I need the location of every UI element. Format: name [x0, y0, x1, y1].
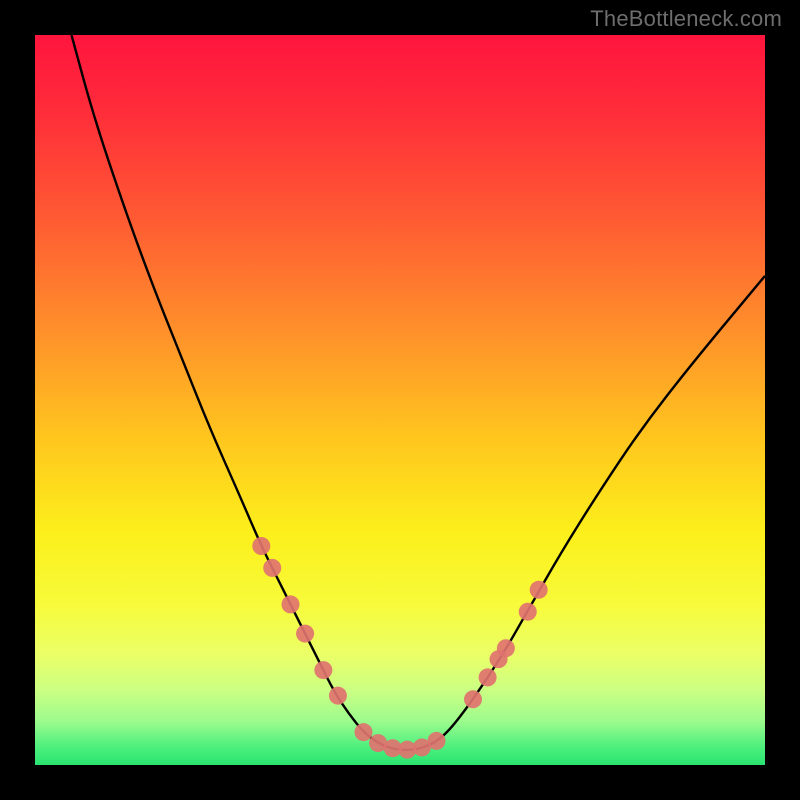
- marker-bottom: [428, 732, 446, 750]
- marker-left: [296, 625, 314, 643]
- marker-bottom: [355, 723, 373, 741]
- marker-left: [329, 687, 347, 705]
- marker-left: [252, 537, 270, 555]
- marker-left: [314, 661, 332, 679]
- marker-right: [479, 668, 497, 686]
- chart-svg: [35, 35, 765, 765]
- marker-left: [282, 595, 300, 613]
- marker-right: [497, 639, 515, 657]
- chart-frame: TheBottleneck.com: [0, 0, 800, 800]
- marker-right: [464, 690, 482, 708]
- marker-left: [263, 559, 281, 577]
- marker-right: [519, 603, 537, 621]
- watermark-text: TheBottleneck.com: [590, 6, 782, 32]
- plot-area: [35, 35, 765, 765]
- marker-right: [530, 581, 548, 599]
- gradient-background: [35, 35, 765, 765]
